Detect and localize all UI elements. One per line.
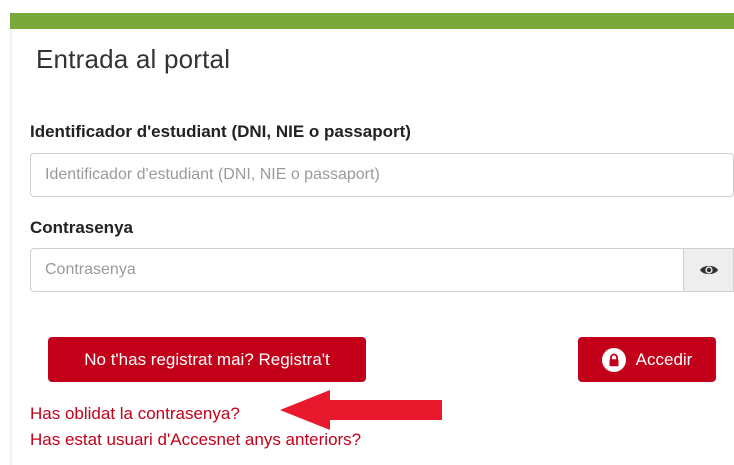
left-arrow-icon xyxy=(280,390,442,430)
student-id-input[interactable] xyxy=(30,153,734,197)
register-button-label: No t'has registrat mai? Registra't xyxy=(84,349,330,369)
lock-icon xyxy=(601,347,626,372)
page-title: Entrada al portal xyxy=(36,44,231,74)
header-accent-bar xyxy=(10,13,734,29)
register-button[interactable]: No t'has registrat mai? Registra't xyxy=(48,337,366,382)
login-button-label: Accedir xyxy=(635,349,693,369)
login-button[interactable]: Accedir xyxy=(578,337,716,382)
student-id-label: Identificador d'estudiant (DNI, NIE o pa… xyxy=(30,122,411,141)
password-input[interactable] xyxy=(30,248,684,292)
previous-user-link[interactable]: Has estat usuari d'Accesnet anys anterio… xyxy=(30,430,361,450)
password-label: Contrasenya xyxy=(30,218,133,237)
show-password-toggle[interactable] xyxy=(684,248,734,292)
panel-shadow xyxy=(10,29,13,465)
eye-icon xyxy=(699,265,718,275)
forgot-password-link[interactable]: Has oblidat la contrasenya? xyxy=(30,404,240,424)
